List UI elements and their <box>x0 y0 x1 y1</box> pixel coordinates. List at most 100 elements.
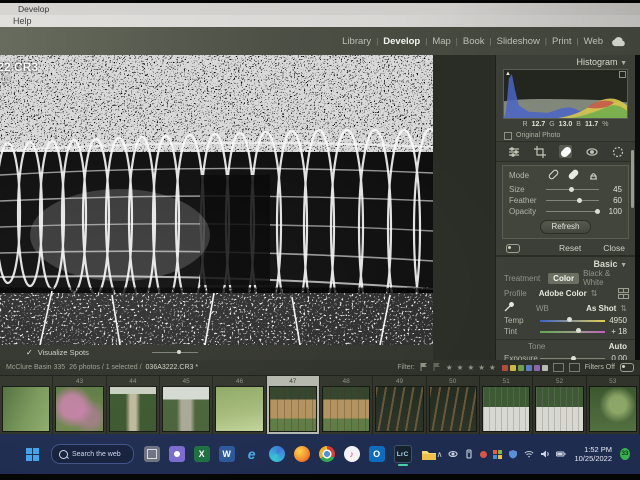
outlook-app-icon[interactable]: O <box>368 446 385 462</box>
blue-label-chip[interactable] <box>525 364 532 371</box>
filmstrip-thumbnail-selected[interactable]: 47 <box>266 376 320 434</box>
filmstrip-thumbnail[interactable]: 52 <box>533 376 587 434</box>
taskbar-clock[interactable]: 1:52 PM 10/25/2022 <box>574 445 612 463</box>
red-eye-tool-icon[interactable] <box>585 145 598 158</box>
wb-value[interactable]: As Shot <box>586 304 616 313</box>
volume-icon[interactable] <box>540 449 550 459</box>
exposure-slider[interactable] <box>540 355 605 360</box>
firefox-app-icon[interactable] <box>293 446 310 462</box>
original-photo-checkbox[interactable] <box>504 131 512 140</box>
menu-help[interactable]: Help <box>0 15 640 27</box>
flag-reject-icon[interactable] <box>433 362 441 373</box>
color-label-filter[interactable] <box>501 364 548 371</box>
yellow-label-chip[interactable] <box>509 364 516 371</box>
wifi-icon[interactable] <box>524 449 534 459</box>
masking-tool-icon[interactable] <box>611 145 624 158</box>
highlight-clipping-icon[interactable] <box>619 71 626 78</box>
module-develop[interactable]: Develop <box>383 36 420 47</box>
size-slider[interactable] <box>546 186 599 192</box>
red-label-chip[interactable] <box>501 364 508 371</box>
temp-slider[interactable] <box>540 317 605 322</box>
filter-kind-icon[interactable] <box>568 363 580 372</box>
filmstrip-thumbnail[interactable]: 50 <box>426 376 480 434</box>
opacity-slider[interactable] <box>546 208 600 214</box>
histogram-header[interactable]: Histogram ▼ <box>496 55 635 69</box>
filmstrip-thumbnail[interactable]: 49 <box>373 376 427 434</box>
filmstrip-thumbnail[interactable]: 44 <box>106 376 160 434</box>
teams-app-icon[interactable] <box>168 446 185 462</box>
module-book[interactable]: Book <box>463 36 485 47</box>
profile-browser-icon[interactable] <box>618 287 629 299</box>
antivirus-badge-icon[interactable]: 33 <box>620 448 630 460</box>
wb-updown-icon[interactable]: ⇅ <box>620 304 627 313</box>
feather-slider[interactable] <box>546 197 599 203</box>
profile-value[interactable]: Adobe Color <box>539 289 587 298</box>
tool-enable-switch[interactable] <box>506 243 520 253</box>
content-aware-remove-icon[interactable] <box>548 169 559 182</box>
filters-toggle-switch[interactable] <box>620 363 634 372</box>
taskbar-search[interactable]: Search the web <box>51 444 134 464</box>
excel-app-icon[interactable]: X <box>193 446 210 462</box>
module-web[interactable]: Web <box>584 36 603 47</box>
edge-app-icon[interactable] <box>268 446 285 462</box>
shadow-clipping-icon[interactable]: ▲ <box>505 71 511 77</box>
filmstrip-thumbnail[interactable]: 53 <box>586 376 640 434</box>
thumb-image[interactable] <box>268 386 317 432</box>
tool-close-button[interactable]: Close <box>603 243 625 253</box>
star-rating-filter[interactable]: ★ ★ ★ ★ ★ <box>446 363 497 372</box>
module-map[interactable]: Map <box>432 36 450 47</box>
thumb-image[interactable] <box>321 386 371 432</box>
filters-off-dropdown[interactable]: Filters Off <box>585 364 615 371</box>
filmstrip-thumbnail[interactable]: 43 <box>53 376 107 434</box>
masking-sliders-icon[interactable] <box>507 145 520 158</box>
green-label-chip[interactable] <box>517 364 524 371</box>
filmstrip-thumbnail[interactable]: 51 <box>479 376 534 434</box>
tool-reset-button[interactable]: Reset <box>559 243 581 253</box>
treatment-bw-button[interactable]: Black & White <box>583 269 627 287</box>
internet-explorer-app-icon[interactable]: e <box>244 446 260 462</box>
itunes-app-icon[interactable]: ♪ <box>343 446 360 462</box>
checkmark-icon[interactable]: ✓ <box>26 348 33 357</box>
thumb-image[interactable] <box>215 386 264 432</box>
battery-icon[interactable] <box>556 449 567 459</box>
gray-label-chip[interactable] <box>541 364 548 371</box>
visualize-spots-slider[interactable] <box>151 350 198 354</box>
module-library[interactable]: Library <box>342 36 371 47</box>
wb-eyedropper-icon[interactable] <box>504 302 514 314</box>
ms-store-color-icon[interactable] <box>493 449 503 459</box>
filmstrip-thumbnail[interactable]: 45 <box>159 376 214 434</box>
photos-app-icon[interactable] <box>143 446 160 462</box>
security-shield-icon[interactable] <box>508 449 518 459</box>
auto-button[interactable]: Auto <box>609 342 627 351</box>
filmstrip-thumbnail[interactable]: 46 <box>213 376 267 434</box>
start-button[interactable] <box>26 447 39 461</box>
usb-icon[interactable] <box>464 449 474 459</box>
histogram-graph[interactable]: ▲ <box>503 69 628 119</box>
thumb-image[interactable] <box>161 386 211 432</box>
panel-scrollbar[interactable] <box>631 150 634 208</box>
lightroom-app-icon[interactable]: LrC <box>393 445 412 466</box>
tray-eye-icon[interactable] <box>448 449 459 459</box>
crop-tool-icon[interactable] <box>533 145 546 158</box>
thumb-image[interactable] <box>428 386 477 432</box>
module-slideshow[interactable]: Slideshow <box>497 36 540 47</box>
filter-kind-icon[interactable] <box>552 363 564 372</box>
thumb-image[interactable] <box>55 386 104 432</box>
thumb-image[interactable] <box>108 386 157 432</box>
file-explorer-app-icon[interactable] <box>421 446 437 462</box>
module-print[interactable]: Print <box>552 36 572 47</box>
visualize-spots-label[interactable]: Visualize Spots <box>38 348 89 357</box>
flag-pick-icon[interactable] <box>420 362 428 373</box>
tint-slider[interactable] <box>540 328 605 333</box>
thumb-image[interactable] <box>375 386 424 432</box>
tray-chevron-icon[interactable]: ∧ <box>437 450 443 459</box>
heal-mode-icon[interactable] <box>568 169 579 182</box>
profile-updown-icon[interactable]: ⇅ <box>591 289 598 298</box>
thumb-image[interactable] <box>588 386 637 432</box>
filmstrip-thumbnail[interactable] <box>0 376 54 434</box>
healing-tool-icon[interactable] <box>559 145 572 158</box>
filmstrip-source[interactable]: McClure Basin 335 <box>6 364 65 371</box>
thumb-image[interactable] <box>481 386 531 432</box>
purple-label-chip[interactable] <box>533 364 540 371</box>
thumb-image[interactable] <box>2 386 51 432</box>
